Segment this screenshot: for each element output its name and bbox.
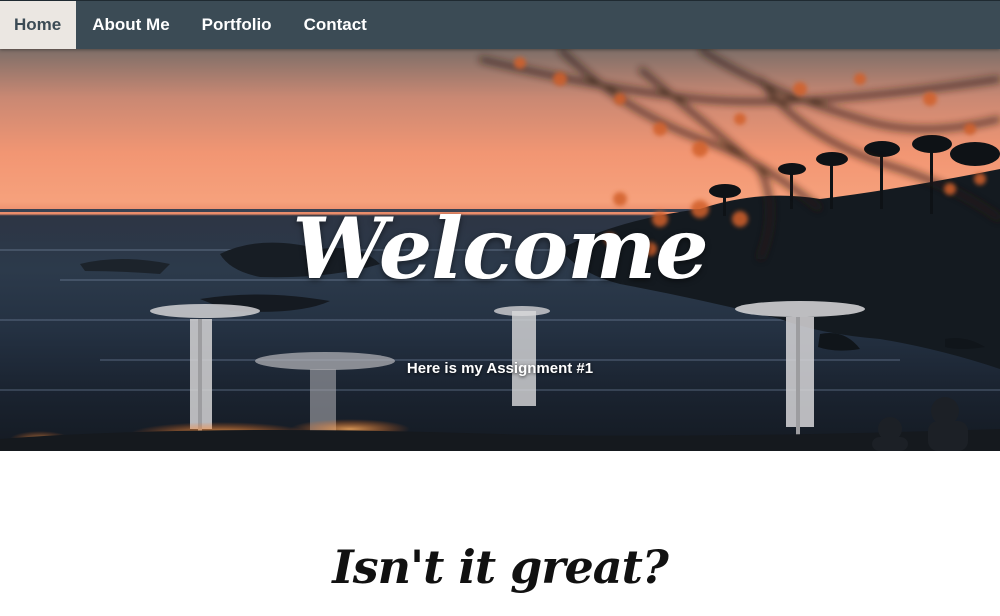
nav-home[interactable]: Home	[0, 1, 77, 49]
nav-portfolio[interactable]: Portfolio	[186, 1, 288, 49]
hero-subtitle: Here is my Assignment #1	[406, 360, 594, 377]
nav-portfolio-label: Portfolio	[201, 15, 272, 34]
top-navbar: Home About Me Portfolio Contact	[0, 0, 1000, 49]
nav-home-label: Home	[14, 15, 62, 34]
nav-contact[interactable]: Contact	[288, 1, 383, 49]
nav-contact-label: Contact	[303, 15, 367, 34]
hero-banner: Welcome Here is my Assignment #1	[0, 49, 1000, 451]
section-heading: Isn't it great?	[332, 540, 669, 594]
nav-about-me-label: About Me	[92, 15, 170, 34]
nav-about-me[interactable]: About Me	[76, 1, 185, 49]
hero-title: Welcome	[292, 199, 708, 298]
